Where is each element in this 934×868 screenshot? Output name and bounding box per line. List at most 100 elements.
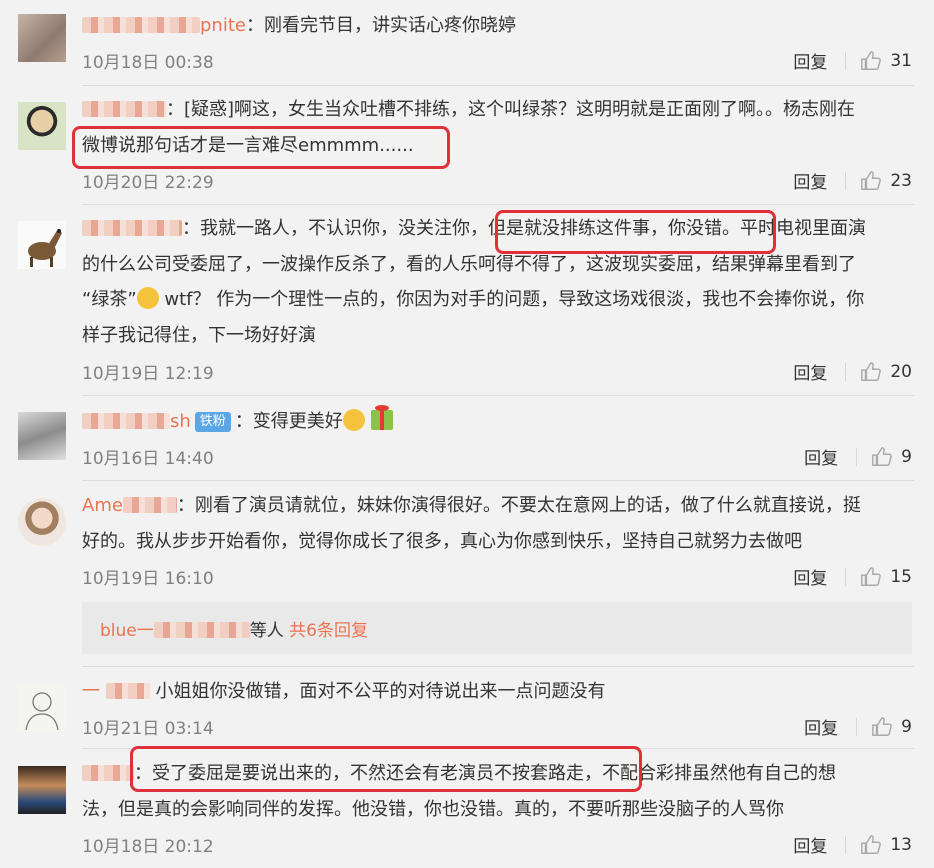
divider (82, 395, 914, 396)
comment-text: ：刚看了演员请就位，妹妹你演得很好。不要太在意网上的话，做了什么就直接说，挺 (176, 495, 861, 516)
like-button[interactable]: 23 (860, 170, 912, 192)
avatar[interactable] (18, 102, 66, 150)
divider (856, 717, 858, 736)
thumbs-up-icon (861, 170, 882, 190)
reply-username[interactable]: blue一 (100, 621, 154, 641)
username-redaction (82, 101, 166, 117)
timestamp: 10月19日 12:19 (82, 364, 214, 384)
timestamp: 10月18日 00:38 (82, 53, 214, 73)
view-replies-link[interactable]: 共6条回复 (289, 621, 368, 641)
username[interactable]: sh (170, 411, 191, 432)
comment-meta: 10月18日 00:38 回复 31 (82, 48, 912, 76)
comment-text-line2: 法，但是真的会影响同伴的发挥。他没错，你也没错。真的，不要听那些没脑子的人骂你 (82, 798, 784, 820)
avatar[interactable] (18, 684, 66, 732)
comment-text-line4: 样子我记得住，下一场好好演 (82, 324, 316, 346)
reply-button[interactable]: 回复 (804, 714, 838, 739)
comment-text-line2: 好的。我从步步开始看你，觉得你成长了很多，真心为你感到快乐，坚持自己就努力去做吧 (82, 530, 802, 552)
avatar[interactable] (18, 14, 66, 62)
username[interactable]: 一 (82, 681, 100, 702)
username-redaction (82, 413, 170, 429)
gift-icon (370, 405, 393, 430)
comment-meta: 10月18日 20:12 回复 13 (82, 832, 912, 860)
comment-body: pnite：刚看完节目，讲实话心疼你晓婷 (82, 8, 912, 44)
comment-body: sh 铁粉 ：变得更美好 (82, 404, 912, 440)
reply-button[interactable]: 回复 (793, 48, 827, 73)
comment-body: 一 小姐姐你没做错，面对不公平的对待说出来一点问题没有 (82, 674, 912, 710)
reply-button[interactable]: 回复 (793, 168, 827, 193)
divider (856, 447, 858, 466)
timestamp: 10月20日 22:29 (82, 173, 214, 193)
emoji-icon (136, 287, 159, 309)
comment-meta: 10月19日 12:19 回复 20 (82, 359, 912, 387)
highlight-box (130, 746, 642, 792)
username-redaction (82, 17, 200, 33)
divider (82, 666, 914, 667)
reply-button[interactable]: 回复 (793, 359, 827, 384)
emoji-icon (342, 409, 365, 431)
comment-actions: 回复 31 (793, 48, 912, 74)
like-count: 9 (901, 446, 912, 467)
comment-actions: 回复 9 (804, 444, 912, 470)
comment-actions: 回复 23 (793, 168, 912, 194)
divider (845, 51, 847, 70)
reply-button[interactable]: 回复 (793, 832, 827, 857)
replies-summary[interactable]: blue一 等人 共6条回复 (82, 602, 912, 654)
comment-actions: 回复 15 (793, 564, 912, 590)
reply-button[interactable]: 回复 (793, 564, 827, 589)
like-button[interactable]: 9 (871, 716, 912, 738)
divider (82, 204, 914, 205)
thumbs-up-icon (861, 834, 882, 854)
divider (82, 480, 914, 481)
like-count: 23 (890, 170, 912, 191)
reply-button[interactable]: 回复 (804, 444, 838, 469)
highlight-box (495, 210, 776, 254)
comment-text: ：我就一路人，不认识你，没关注你， (182, 218, 488, 239)
comment-meta: 10月20日 22:29 回复 23 (82, 168, 912, 196)
username[interactable]: Ame (82, 495, 123, 516)
thumbs-up-icon (872, 446, 893, 466)
like-button[interactable]: 13 (860, 834, 912, 856)
like-count: 9 (901, 716, 912, 737)
comment-text-line3: “绿茶” (82, 289, 137, 310)
comment-meta: 10月19日 16:10 回复 15 (82, 564, 912, 592)
comment-text-line3: wtf？ 作为一个理性一点的，你因为对手的问题，导致这场戏很淡，我也不会捧你说，… (158, 289, 865, 310)
like-count: 15 (890, 566, 912, 587)
like-button[interactable]: 9 (871, 446, 912, 468)
divider (845, 567, 847, 586)
comment-text: 小姐姐你没做错，面对不公平的对待说出来一点问题没有 (155, 681, 606, 702)
comment-text: [疑惑]啊这，女生当众吐槽不排练，这个叫绿茶？这明明就是正面刚了啊。。杨志刚在 (184, 99, 856, 120)
thumbs-up-icon (861, 50, 882, 70)
comment-actions: 回复 9 (804, 714, 912, 740)
sketch-avatar-icon (25, 692, 59, 731)
username[interactable]: pnite (200, 15, 246, 36)
like-button[interactable]: 31 (860, 50, 912, 72)
like-button[interactable]: 15 (860, 566, 912, 588)
like-button[interactable]: 20 (860, 361, 912, 383)
username-redaction (105, 683, 150, 699)
like-count: 20 (890, 361, 912, 382)
divider (845, 835, 847, 854)
like-count: 31 (890, 50, 912, 71)
comment-text: ：变得更美好 (234, 411, 343, 432)
username-redaction (153, 622, 250, 638)
comment-actions: 回复 13 (793, 832, 912, 858)
fan-badge: 铁粉 (194, 412, 231, 432)
avatar[interactable] (18, 221, 66, 269)
avatar[interactable] (18, 412, 66, 460)
username-redaction (82, 220, 182, 236)
username-redaction (82, 765, 134, 781)
username-redaction (122, 497, 177, 513)
thumbs-up-icon (861, 566, 882, 586)
comment-meta: 10月16日 14:40 回复 9 (82, 444, 912, 472)
horse-icon (28, 229, 62, 267)
replies-connector: 等人 (249, 621, 284, 641)
highlight-box (72, 126, 450, 169)
avatar[interactable] (18, 766, 66, 814)
like-count: 13 (890, 834, 912, 855)
divider (845, 171, 847, 190)
avatar[interactable] (18, 498, 66, 546)
divider (82, 85, 914, 86)
comment-text: ：刚看完节目，讲实话心疼你晓婷 (245, 15, 516, 36)
thumbs-up-icon (872, 716, 893, 736)
comment-meta: 10月21日 03:14 回复 9 (82, 714, 912, 742)
